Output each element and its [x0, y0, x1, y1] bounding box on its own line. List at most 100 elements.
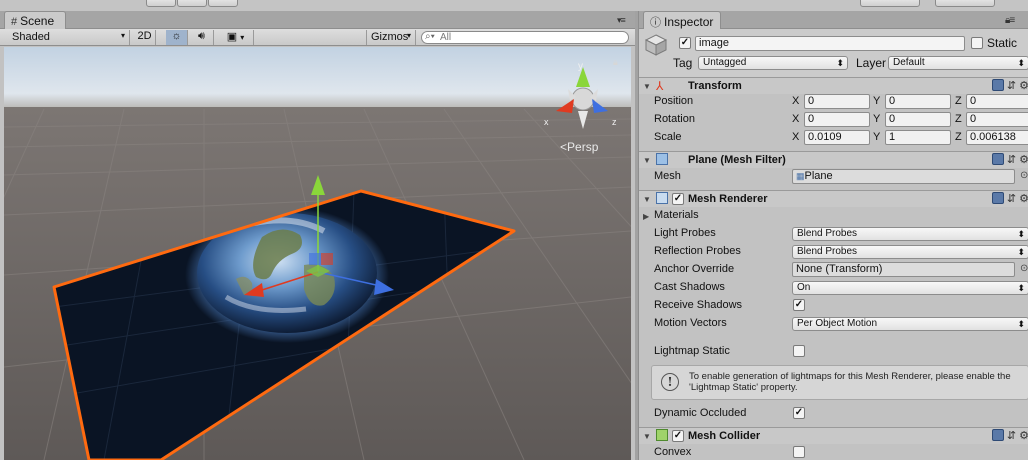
shading-mode-dropdown[interactable]: Shaded ▾ — [8, 30, 130, 45]
mesh-collider-header[interactable]: ▼ ✓ Mesh Collider ⇵ ⚙ — [639, 427, 1028, 444]
gameobject-name-input[interactable]: image — [695, 36, 965, 51]
image-icon: ▣ — [226, 31, 238, 43]
scale-x-input[interactable]: 0.0109 — [804, 130, 870, 145]
light-probes-label: Light Probes — [654, 227, 716, 239]
gizmos-dropdown[interactable]: Gizmos ▾ — [366, 30, 416, 45]
preset-icon[interactable]: ⇵ — [1007, 193, 1016, 205]
tab-inspector[interactable]: ⓘ Inspector — [643, 11, 721, 29]
projection-label: Persp — [567, 140, 599, 154]
mesh-filter-header[interactable]: ▼ Plane (Mesh Filter) ⇵ ⚙ — [639, 151, 1028, 168]
foldout-expanded-icon[interactable]: ▼ — [643, 432, 651, 441]
object-picker-icon[interactable]: ⊙ — [1020, 263, 1028, 274]
tag-dropdown[interactable]: Untagged ⬍ — [698, 56, 848, 70]
convex-checkbox[interactable] — [793, 446, 805, 458]
help-book-icon[interactable] — [991, 79, 1004, 91]
rotation-y-axis: Y — [873, 113, 881, 125]
scene-search-input[interactable]: ⌕▾ All — [421, 31, 629, 44]
layers-dropdown[interactable] — [860, 0, 920, 7]
scale-z-input[interactable]: 0.006138 — [966, 130, 1028, 145]
position-x-input[interactable]: 0 — [804, 94, 870, 109]
dropdown-arrow-icon: ▾ — [120, 31, 125, 40]
anchor-override-field[interactable]: None (Transform) — [792, 262, 1015, 277]
position-label: Position — [654, 95, 694, 107]
scale-x-value: 0.0109 — [808, 131, 842, 143]
step-button[interactable] — [208, 0, 238, 7]
scene-viewport[interactable]: y x z 🔒︎ <Persp — [4, 47, 631, 460]
cast-shadows-dropdown[interactable]: On ⬍ — [792, 281, 1028, 295]
convex-label: Convex — [654, 446, 692, 458]
gizmo-y-label: y — [578, 61, 583, 72]
info-icon: ⓘ — [650, 17, 661, 29]
scale-y-value: 1 — [889, 131, 896, 143]
rotation-x-value: 0 — [808, 113, 815, 125]
object-picker-icon[interactable]: ⊙ — [1020, 170, 1028, 181]
tab-scene[interactable]: # Scene — [4, 11, 66, 29]
scale-y-input[interactable]: 1 — [885, 130, 951, 145]
static-checkbox[interactable] — [971, 37, 983, 49]
gear-icon[interactable]: ⚙ — [1019, 154, 1028, 166]
rotation-y-input[interactable]: 0 — [885, 112, 951, 127]
mesh-filter-icon — [656, 153, 668, 165]
mesh-renderer-enabled-checkbox[interactable]: ✓ — [672, 193, 684, 205]
dynamic-occluded-checkbox[interactable]: ✓ — [793, 407, 805, 419]
gameobject-active-checkbox[interactable]: ✓ — [679, 37, 691, 49]
preset-icon[interactable]: ⇵ — [1007, 80, 1016, 92]
projection-toggle[interactable]: <Persp — [560, 140, 598, 154]
light-probes-dropdown[interactable]: Blend Probes ⬍ — [792, 227, 1028, 241]
scene-grid-icon: # — [11, 16, 18, 28]
scene-render — [4, 47, 631, 460]
tag-label: Tag — [673, 56, 693, 70]
materials-foldout-icon[interactable]: ▶ — [643, 212, 649, 221]
rotation-x-input[interactable]: 0 — [804, 112, 870, 127]
pause-button[interactable] — [177, 0, 207, 7]
mesh-object-field[interactable]: ▦Plane — [792, 169, 1015, 184]
rotation-x-axis: X — [792, 113, 800, 125]
help-book-icon[interactable] — [991, 429, 1004, 441]
preset-icon[interactable]: ⇵ — [1007, 430, 1016, 442]
gear-icon[interactable]: ⚙ — [1019, 80, 1028, 92]
static-label: Static — [987, 36, 1018, 50]
info-icon: ! — [661, 373, 679, 391]
mesh-collider-icon — [656, 429, 668, 441]
inspector-lock-icon[interactable]: 🔒︎≡ — [1005, 15, 1015, 26]
help-book-icon[interactable] — [991, 153, 1004, 165]
reflection-probes-dropdown[interactable]: Blend Probes ⬍ — [792, 245, 1028, 259]
mesh-renderer-header[interactable]: ▼ ✓ Mesh Renderer ⇵ ⚙ — [639, 190, 1028, 207]
lightmap-static-checkbox[interactable] — [793, 345, 805, 357]
toggle-2d-button[interactable]: 2D — [134, 30, 156, 45]
scale-y-axis: Y — [873, 131, 881, 143]
speaker-icon: 🔊︎ — [198, 30, 205, 42]
rotation-y-value: 0 — [889, 113, 896, 125]
scene-lighting-toggle[interactable]: ☼ — [166, 30, 188, 45]
receive-shadows-checkbox[interactable]: ✓ — [793, 299, 805, 311]
position-z-input[interactable]: 0 — [966, 94, 1028, 109]
play-button[interactable] — [146, 0, 176, 7]
rotation-z-axis: Z — [955, 113, 962, 125]
materials-label[interactable]: Materials — [654, 209, 699, 221]
lock-icon[interactable]: 🔒︎ — [613, 57, 618, 68]
scene-effects-dropdown[interactable]: ▣ ▾ — [218, 30, 254, 45]
dropdown-arrows-icon: ⬍ — [1017, 247, 1025, 257]
mesh-collider-enabled-checkbox[interactable]: ✓ — [672, 430, 684, 442]
help-book-icon[interactable] — [991, 192, 1004, 204]
panel-menu-icon[interactable]: ▾≡ — [617, 15, 626, 26]
motion-vectors-dropdown[interactable]: Per Object Motion ⬍ — [792, 317, 1028, 331]
preset-icon[interactable]: ⇵ — [1007, 154, 1016, 166]
gear-icon[interactable]: ⚙ — [1019, 193, 1028, 205]
gear-icon[interactable]: ⚙ — [1019, 430, 1028, 442]
foldout-expanded-icon[interactable]: ▼ — [643, 82, 651, 91]
dynamic-occluded-label: Dynamic Occluded — [654, 407, 747, 419]
layout-dropdown[interactable] — [935, 0, 995, 7]
scene-audio-toggle[interactable]: 🔊︎ — [190, 30, 214, 45]
tab-scene-label: Scene — [20, 14, 55, 28]
transform-header[interactable]: ▼ ⅄ Transform ⇵ ⚙ — [639, 77, 1028, 94]
rotation-z-input[interactable]: 0 — [966, 112, 1028, 127]
shading-mode-label: Shaded — [12, 31, 50, 43]
foldout-expanded-icon[interactable]: ▼ — [643, 195, 651, 204]
foldout-expanded-icon[interactable]: ▼ — [643, 156, 651, 165]
mesh-label: Mesh — [654, 170, 681, 182]
layer-dropdown[interactable]: Default ⬍ — [888, 56, 1028, 70]
position-x-axis: X — [792, 95, 800, 107]
search-icon: ⌕▾ — [425, 31, 435, 42]
position-y-input[interactable]: 0 — [885, 94, 951, 109]
